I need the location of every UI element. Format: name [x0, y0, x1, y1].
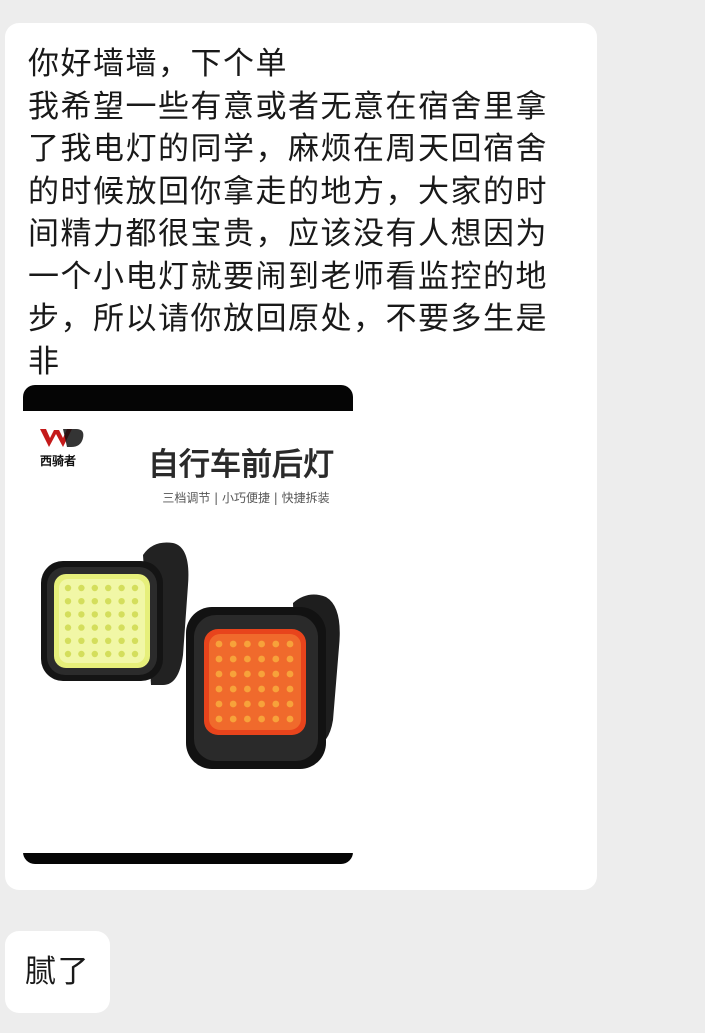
led-dot [131, 650, 139, 658]
led-dot [258, 640, 265, 648]
image-bottom-bar [23, 853, 353, 864]
led-dot [272, 700, 280, 708]
led-dot [258, 685, 265, 693]
led-dot [229, 640, 237, 648]
led-dot [131, 598, 139, 605]
led-dot [91, 624, 99, 631]
led-dot [215, 700, 223, 708]
led-dot [244, 685, 251, 693]
led-dot [64, 598, 72, 605]
led-dot [78, 584, 85, 592]
image-top-bar [23, 385, 353, 411]
led-dot [215, 685, 223, 693]
led-dot [131, 624, 139, 631]
led-dot [286, 670, 294, 678]
led-dot [105, 611, 112, 618]
led-dot [105, 637, 112, 644]
led-dot [78, 650, 85, 658]
led-dot [272, 715, 280, 723]
led-dot [91, 650, 99, 658]
led-dot [244, 670, 251, 678]
led-dot [272, 655, 280, 663]
image-subtitle: 三档调节 | 小巧便捷 | 快捷拆装 [162, 490, 329, 505]
image-title: 自行车前后灯 [148, 447, 334, 483]
led-dot [286, 715, 294, 723]
led-dot [244, 715, 251, 723]
led-dot [131, 611, 139, 618]
led-dot [131, 584, 139, 592]
rear-light-icon [186, 594, 340, 769]
led-dot [64, 624, 72, 631]
led-dot [272, 670, 280, 678]
message-bubble[interactable]: 你好墙墙，下个单 我希望一些有意或者无意在宿舍里拿了我电灯的同学，麻烦在周天回宿… [5, 23, 597, 890]
led-dot [229, 655, 237, 663]
led-dot [258, 715, 265, 723]
bike-light-product-photo: 西骑者 自行车前后灯 三档调节 | 小巧便捷 | 快捷拆装 [23, 385, 353, 864]
led-dot [118, 598, 125, 605]
led-dot [272, 640, 280, 648]
led-dot [78, 637, 85, 644]
brand-logo-text: 西骑者 [40, 453, 76, 468]
led-dot [229, 685, 237, 693]
led-dot [258, 655, 265, 663]
led-dot [105, 624, 112, 631]
led-dot [286, 685, 294, 693]
led-dot [131, 637, 139, 644]
led-dot [258, 700, 265, 708]
led-dot [286, 655, 294, 663]
led-dot [64, 650, 72, 658]
led-dot [286, 640, 294, 648]
front-light-icon [41, 542, 189, 685]
message-text: 腻了 [25, 954, 90, 990]
led-dot [229, 700, 237, 708]
led-dot [215, 670, 223, 678]
led-dot [118, 650, 125, 658]
led-dot [78, 611, 85, 618]
led-dot [91, 598, 99, 605]
led-dot [215, 640, 223, 648]
led-dot [258, 670, 265, 678]
led-dot [244, 640, 251, 648]
led-dot [91, 637, 99, 644]
led-dot [91, 611, 99, 618]
led-dot [118, 637, 125, 644]
led-dot [118, 611, 125, 618]
message-image[interactable]: 西骑者 自行车前后灯 三档调节 | 小巧便捷 | 快捷拆装 [23, 385, 353, 864]
led-dot [105, 584, 112, 592]
led-dot [64, 637, 72, 644]
led-dot [286, 700, 294, 708]
led-dot [78, 624, 85, 631]
led-dot [229, 670, 237, 678]
led-dot [105, 598, 112, 605]
led-dot [64, 584, 72, 592]
led-dot [244, 655, 251, 663]
led-dot [229, 715, 237, 723]
led-dot [244, 700, 251, 708]
led-dot [78, 598, 85, 605]
message-text: 你好墙墙，下个单 我希望一些有意或者无意在宿舍里拿了我电灯的同学，麻烦在周天回宿… [28, 46, 548, 380]
led-dot [215, 715, 223, 723]
led-dot [105, 650, 112, 658]
brand-logo-icon [40, 429, 84, 447]
chat-area: 你好墙墙，下个单 我希望一些有意或者无意在宿舍里拿了我电灯的同学，麻烦在周天回宿… [0, 0, 705, 1033]
led-dot [118, 584, 125, 592]
led-dot [272, 685, 280, 693]
led-dot [215, 655, 223, 663]
message-bubble[interactable]: 腻了 [5, 931, 110, 1013]
led-dot [91, 584, 99, 592]
led-dot [64, 611, 72, 618]
led-dot [118, 624, 125, 631]
